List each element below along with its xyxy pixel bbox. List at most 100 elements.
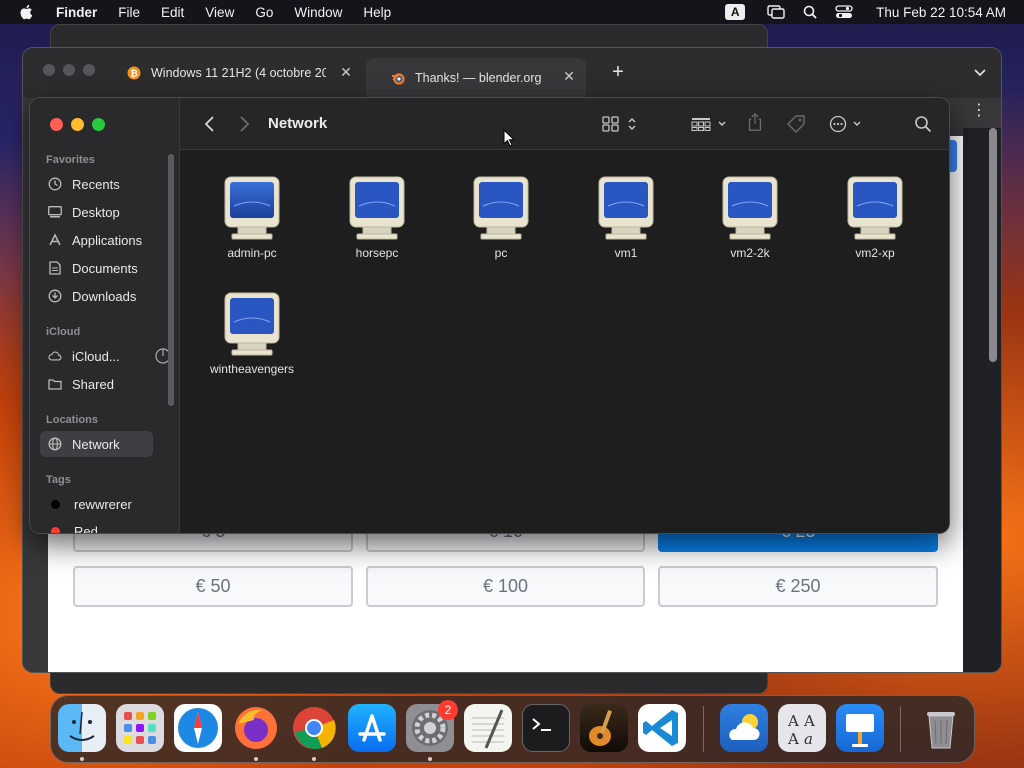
sidebar-item-recents[interactable]: Recents — [40, 171, 153, 197]
share-icon[interactable] — [746, 112, 764, 132]
sidebar-item-desktop[interactable]: Desktop — [40, 199, 153, 225]
back-chevron-icon[interactable] — [202, 114, 218, 134]
dock-vscode-icon[interactable] — [638, 704, 686, 752]
forward-chevron-icon[interactable] — [236, 114, 252, 134]
menu-view[interactable]: View — [205, 5, 234, 20]
sidebar-item-documents[interactable]: Documents — [40, 255, 153, 281]
dock-separator — [703, 706, 704, 752]
sidebar-item-shared[interactable]: Shared — [40, 371, 153, 397]
network-computer-vm2-xp[interactable]: vm2-xp — [820, 176, 930, 260]
sidebar-item-label: Shared — [72, 376, 114, 392]
dock-app-store-icon[interactable] — [348, 704, 396, 752]
zoom-button[interactable] — [92, 118, 105, 131]
ellipsis-circle-icon — [829, 115, 847, 133]
sidebar-header-locations: Locations — [46, 414, 98, 426]
menu-window[interactable]: Window — [294, 5, 342, 20]
computer-monitor-icon — [473, 176, 529, 240]
dock-weather-icon[interactable] — [720, 704, 768, 752]
dock-font-book-icon[interactable]: AAAa — [778, 704, 826, 752]
dock-safari-icon[interactable] — [174, 704, 222, 752]
blender-icon — [392, 73, 405, 85]
control-center-icon[interactable] — [834, 4, 854, 20]
network-computer-pc[interactable]: pc — [446, 176, 556, 260]
browser-zoom-dot[interactable] — [83, 64, 95, 76]
view-mode-button[interactable] — [602, 114, 638, 134]
sidebar-item-label: Red — [74, 523, 98, 534]
bitcoin-icon: ₿ — [127, 66, 141, 80]
network-computer-horsepc[interactable]: horsepc — [322, 176, 432, 260]
finder-content: Network admin-pc horsepc pc vm1 vm2-2k v… — [179, 98, 949, 533]
tab-blender[interactable]: Thanks! — blender.org ✕ — [366, 58, 586, 98]
sidebar-item-applications[interactable]: Applications — [40, 227, 153, 253]
svg-text:A: A — [803, 712, 815, 730]
dock-chrome-icon[interactable] — [290, 704, 338, 752]
globe-icon — [48, 437, 62, 451]
sidebar-item-label: iCloud... — [72, 348, 120, 364]
dock-launchpad-icon[interactable] — [116, 704, 164, 752]
sidebar-item-icloud-drive[interactable]: iCloud... — [40, 343, 171, 369]
browser-close-dot[interactable] — [43, 64, 55, 76]
input-source-indicator[interactable]: A — [725, 4, 746, 20]
new-tab-plus-icon[interactable]: + — [608, 62, 628, 82]
dock-keynote-icon[interactable] — [836, 704, 884, 752]
menu-clock[interactable]: Thu Feb 22 10:54 AM — [876, 5, 1006, 20]
network-item-label: admin-pc — [227, 246, 277, 260]
menu-edit[interactable]: Edit — [161, 5, 184, 20]
sidebar-item-label: Recents — [72, 176, 120, 192]
sidebar-item-downloads[interactable]: Downloads — [40, 283, 153, 309]
running-indicator — [312, 757, 316, 761]
dock-finder-icon[interactable] — [58, 704, 106, 752]
menu-app-name[interactable]: Finder — [56, 5, 97, 20]
search-icon[interactable] — [914, 114, 932, 134]
tab-close-icon[interactable]: ✕ — [339, 65, 353, 79]
menu-help[interactable]: Help — [363, 5, 391, 20]
network-computer-vm1[interactable]: vm1 — [571, 176, 681, 260]
tab-list-chevron-icon[interactable] — [973, 66, 987, 80]
running-indicator — [254, 757, 258, 761]
dock-textedit-icon[interactable] — [464, 704, 512, 752]
dock-garageband-icon[interactable] — [580, 704, 628, 752]
donate-option-50[interactable]: € 50 — [73, 566, 353, 607]
network-computer-wintheavengers[interactable]: wintheavengers — [197, 292, 307, 376]
tag-icon[interactable] — [786, 114, 806, 134]
browser-minimize-dot[interactable] — [63, 64, 75, 76]
sidebar-scrollbar[interactable] — [168, 154, 174, 406]
running-indicator — [80, 757, 84, 761]
chevron-down-icon — [718, 121, 726, 126]
more-actions-button[interactable] — [829, 114, 862, 134]
sidebar-item-network[interactable]: Network — [40, 431, 153, 457]
network-item-label: pc — [494, 246, 508, 260]
donate-option-100[interactable]: € 100 — [366, 566, 645, 607]
network-item-label: wintheavengers — [209, 362, 295, 376]
tab-windows-11[interactable]: ₿ Windows 11 21H2 (4 octobre 2021) ✕ — [127, 58, 353, 88]
group-by-button[interactable] — [691, 114, 727, 134]
network-computer-admin-pc[interactable]: admin-pc — [197, 176, 307, 260]
apple-icon[interactable] — [18, 3, 36, 21]
dock-terminal-icon[interactable] — [522, 704, 570, 752]
sidebar-item-label: Network — [72, 436, 120, 452]
network-computer-vm2-2k[interactable]: vm2-2k — [695, 176, 805, 260]
tab-close-icon[interactable]: ✕ — [562, 69, 576, 83]
sidebar-tag-rewwrerer[interactable]: rewwrerer — [40, 491, 153, 517]
screen-mirroring-icon[interactable] — [766, 4, 786, 20]
tag-color-dot — [51, 499, 60, 509]
network-item-label: vm1 — [614, 246, 638, 260]
chevron-down-icon — [853, 121, 861, 126]
dock-trash-icon[interactable] — [917, 704, 965, 752]
sidebar-tag-red[interactable]: Red — [40, 518, 153, 534]
window-title: Network — [268, 115, 328, 132]
menu-go[interactable]: Go — [255, 5, 273, 20]
browser-menu-kebab-icon[interactable]: ⋮ — [971, 100, 987, 120]
finder-toolbar: Network — [180, 98, 949, 150]
menu-extras: A Thu Feb 22 10:54 AM — [725, 0, 1006, 24]
close-button[interactable] — [50, 118, 63, 131]
dock-firefox-icon[interactable] — [232, 704, 280, 752]
menu-file[interactable]: File — [118, 5, 140, 20]
icon-grid-icon — [602, 116, 619, 132]
tab-title: Windows 11 21H2 (4 octobre 2021) — [151, 66, 326, 80]
page-scrollbar-thumb[interactable] — [989, 128, 997, 362]
spotlight-search-icon[interactable] — [800, 4, 820, 20]
clock-icon — [48, 177, 62, 191]
donate-option-250[interactable]: € 250 — [658, 566, 938, 607]
minimize-button[interactable] — [71, 118, 84, 131]
